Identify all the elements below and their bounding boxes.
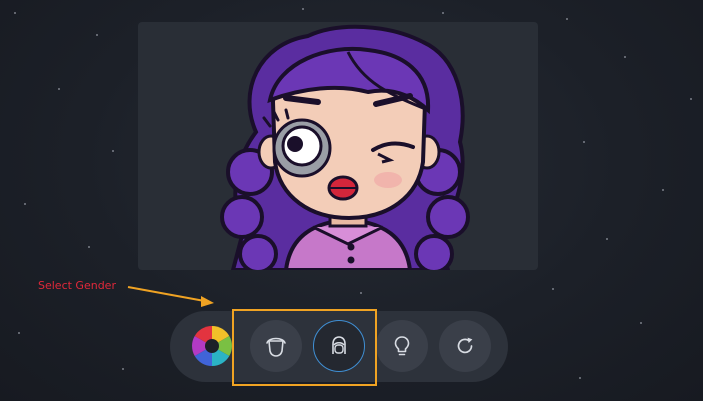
background-star [88, 246, 90, 248]
refresh-button[interactable] [439, 320, 491, 372]
lightbulb-icon [394, 336, 410, 356]
background-star [566, 18, 568, 20]
female-gender-button[interactable] [313, 320, 365, 372]
avatar-toolbar [170, 311, 508, 382]
refresh-icon [457, 337, 473, 354]
app-stage: Select Gender [0, 0, 703, 401]
background-star [18, 332, 20, 334]
background-star [14, 12, 16, 14]
background-star [606, 238, 608, 240]
background-star [302, 8, 304, 10]
avatar-preview [138, 22, 538, 270]
background-star [360, 292, 362, 294]
color-picker-button[interactable] [186, 320, 238, 372]
background-star [122, 368, 124, 370]
male-gender-button[interactable] [250, 320, 302, 372]
background-star [583, 141, 585, 143]
background-star [58, 88, 60, 90]
background-star [442, 12, 444, 14]
select-gender-callout: Select Gender [38, 279, 116, 292]
background-star [624, 56, 626, 58]
background-star [690, 98, 692, 100]
background-star [96, 34, 98, 36]
avatar-illustration [220, 24, 470, 270]
color-wheel-icon [192, 326, 232, 366]
background-star [24, 203, 26, 205]
background-star [662, 189, 664, 191]
background-star [112, 150, 114, 152]
background-star [640, 322, 642, 324]
background-star [579, 377, 581, 379]
female-face-icon [332, 336, 346, 354]
background-star [552, 288, 554, 290]
hint-button[interactable] [376, 320, 428, 372]
male-face-icon [266, 337, 286, 357]
